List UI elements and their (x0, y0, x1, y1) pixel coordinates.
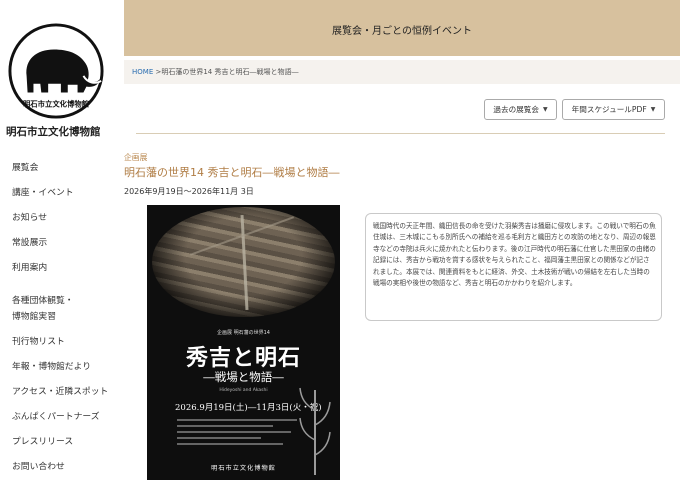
poster-plant-graphic (299, 387, 331, 475)
nav-item-events[interactable]: 講座・イベント (12, 187, 74, 199)
page-section-title: 展覧会・月ごとの恒例イベント (332, 26, 472, 37)
poster-fine-print (177, 419, 297, 449)
exhibition-poster[interactable]: 企画展 明石藩の世界14 秀吉と明石 ―戦場と物語― Hideyoshi and… (147, 205, 340, 480)
annual-schedule-pdf-label: 年間スケジュールPDF (571, 105, 647, 114)
nav-item-access[interactable]: アクセス・近隣スポット (12, 386, 108, 398)
breadcrumb: HOME >明石藩の世界14 秀吉と明石―戦場と物語― (132, 67, 298, 77)
nav-item-partners[interactable]: ぶんぱくパートナーズ (12, 411, 100, 423)
poster-subhead: 企画展 明石藩の世界14 (217, 330, 270, 336)
nav-item-contact[interactable]: お問い合わせ (12, 461, 65, 473)
nav-item-group-visits[interactable]: 各種団体観覧・ (12, 295, 74, 307)
caret-down-icon: ▼ (542, 106, 548, 113)
past-exhibitions-dropdown[interactable]: 過去の展覧会 ▼ (484, 99, 557, 120)
past-exhibitions-label: 過去の展覧会 (493, 105, 539, 114)
breadcrumb-bar: HOME >明石藩の世界14 秀吉と明石―戦場と物語― (124, 60, 680, 84)
nav-item-annual-report[interactable]: 年報・博物館だより (12, 361, 91, 373)
nav-item-publications[interactable]: 刊行物リスト (12, 336, 65, 348)
museum-logo[interactable]: 明石市立文化博物館 (7, 22, 105, 120)
exhibition-description: 戦国時代の天正年間、織田信長の命を受けた羽柴秀吉は播磨に侵攻します。この戦いで明… (373, 222, 656, 288)
nav-item-press[interactable]: プレスリリース (12, 436, 73, 448)
poster-footer: 明石市立文化博物館 (211, 465, 276, 472)
breadcrumb-home-link[interactable]: HOME (132, 68, 153, 76)
exhibition-dates: 2026年9月19日〜2026年11月 3日 (124, 187, 254, 196)
nav-item-news[interactable]: お知らせ (12, 212, 47, 224)
exhibition-category: 企画展 (124, 153, 148, 162)
poster-main-title: 秀吉と明石 (185, 345, 301, 371)
nav-item-practicum[interactable]: 博物館実習 (12, 311, 56, 323)
sidebar: 明石市立文化博物館 明石市立文化博物館 展覧会 講座・イベント お知らせ 常設展… (0, 0, 124, 480)
nav-item-exhibitions[interactable]: 展覧会 (12, 162, 38, 174)
nav-item-guide[interactable]: 利用案内 (12, 262, 47, 274)
site-name[interactable]: 明石市立文化博物館 (6, 124, 101, 139)
header-band: 展覧会・月ごとの恒例イベント (124, 0, 680, 56)
annual-schedule-pdf-dropdown[interactable]: 年間スケジュールPDF ▼ (562, 99, 665, 120)
exhibition-title: 明石藩の世界14 秀吉と明石―戦場と物語― (124, 166, 340, 179)
logo-text: 明石市立文化博物館 (23, 99, 89, 108)
divider (136, 133, 665, 134)
nav-item-permanent[interactable]: 常設展示 (12, 237, 47, 249)
exhibition-description-box: 戦国時代の天正年間、織田信長の命を受けた羽柴秀吉は播磨に侵攻します。この戦いで明… (365, 213, 662, 321)
breadcrumb-current: 明石藩の世界14 秀吉と明石―戦場と物語― (161, 68, 299, 76)
caret-down-icon: ▼ (650, 106, 656, 113)
